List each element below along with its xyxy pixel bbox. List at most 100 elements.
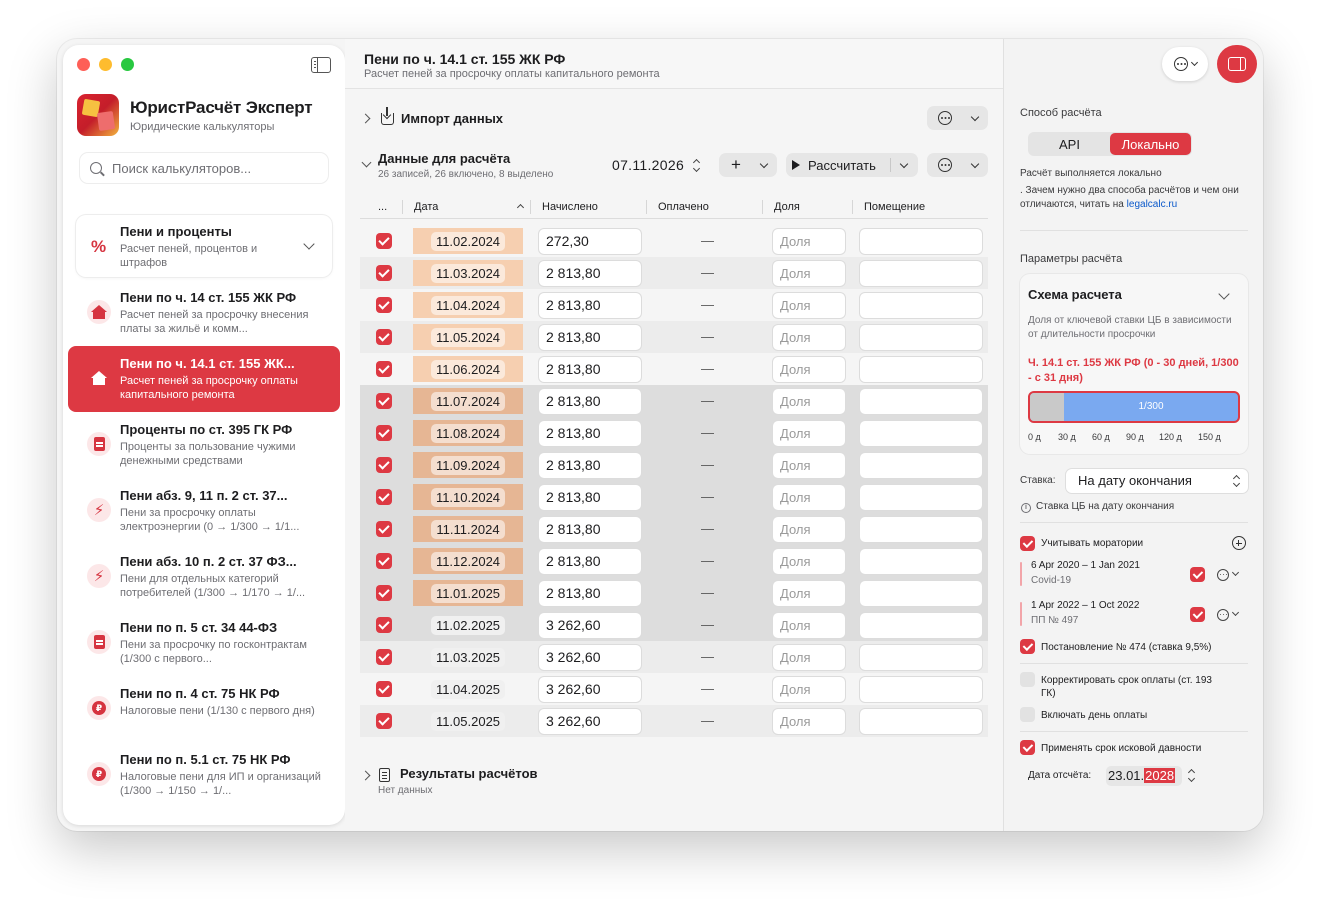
more-options-button[interactable] — [1162, 47, 1208, 81]
calculate-button[interactable]: Рассчитать — [786, 153, 890, 177]
moratoriums-checkbox[interactable] — [1020, 536, 1035, 551]
row-date-cell[interactable]: 11.05.2024 — [413, 324, 523, 350]
row-room-input[interactable] — [860, 261, 982, 286]
chevron-down-icon[interactable] — [361, 157, 372, 168]
row-date-cell[interactable]: 11.03.2025 — [413, 644, 523, 670]
sidebar-calculator-item[interactable]: ₽ Пени по п. 4 ст. 75 НК РФ Налоговые пени… — [68, 676, 340, 742]
sidebar-toggle-icon[interactable] — [311, 57, 331, 73]
adjust-due-date-checkbox[interactable] — [1020, 672, 1035, 687]
row-accrued-input[interactable]: 3 262,60 — [539, 709, 641, 734]
row-room-input[interactable] — [860, 357, 982, 382]
row-accrued-input[interactable]: 2 813,80 — [539, 293, 641, 318]
row-date-cell[interactable]: 11.07.2024 — [413, 388, 523, 414]
row-room-input[interactable] — [860, 677, 982, 702]
row-share-input[interactable]: Доля — [773, 357, 845, 382]
row-room-input[interactable] — [860, 389, 982, 414]
row-room-input[interactable] — [860, 421, 982, 446]
sort-ascending-icon[interactable] — [516, 203, 525, 212]
category-pени-и-проценты[interactable]: % Пени и проценты Расчет пеней, проценто… — [76, 215, 332, 277]
table-row[interactable]: 11.01.2025 2 813,80 — Доля — [360, 577, 988, 609]
row-date-cell[interactable]: 11.12.2024 — [413, 548, 523, 574]
sidebar-calculator-item[interactable]: ₽ Пени по п. 5.1 ст. 75 НК РФ Налоговые пе… — [68, 742, 340, 808]
minimize-window-button[interactable] — [99, 58, 112, 71]
row-date-cell[interactable]: 11.09.2024 — [413, 452, 523, 478]
table-row[interactable]: 11.03.2025 3 262,60 — Доля — [360, 641, 988, 673]
row-include-checkbox[interactable] — [376, 553, 392, 569]
row-include-checkbox[interactable] — [376, 713, 392, 729]
date-stepper[interactable] — [692, 157, 702, 175]
row-accrued-input[interactable]: 3 262,60 — [539, 677, 641, 702]
include-payment-day-checkbox[interactable] — [1020, 707, 1035, 722]
column-header-select[interactable]: ... — [378, 201, 387, 213]
row-include-checkbox[interactable] — [376, 521, 392, 537]
moratorium-checkbox[interactable] — [1190, 607, 1205, 622]
scheme-title[interactable]: Схема расчета — [1028, 287, 1122, 302]
row-room-input[interactable] — [860, 229, 982, 254]
row-share-input[interactable]: Доля — [773, 485, 845, 510]
chevron-right-icon[interactable] — [360, 770, 371, 781]
legalcalc-link[interactable]: legalcalc.ru — [1127, 199, 1178, 210]
row-share-input[interactable]: Доля — [773, 549, 845, 574]
chevron-down-icon[interactable] — [1218, 288, 1230, 300]
row-share-input[interactable]: Доля — [773, 613, 845, 638]
row-room-input[interactable] — [860, 709, 982, 734]
row-include-checkbox[interactable] — [376, 617, 392, 633]
row-room-input[interactable] — [860, 613, 982, 638]
row-date-cell[interactable]: 11.05.2025 — [413, 708, 523, 734]
row-include-checkbox[interactable] — [376, 681, 392, 697]
row-date-cell[interactable]: 11.02.2024 — [413, 228, 523, 254]
table-row[interactable]: 11.04.2024 2 813,80 — Доля — [360, 289, 988, 321]
table-row[interactable]: 11.08.2024 2 813,80 — Доля — [360, 417, 988, 449]
row-room-input[interactable] — [860, 325, 982, 350]
close-window-button[interactable] — [77, 58, 90, 71]
ellipsis-icon[interactable] — [1217, 569, 1229, 581]
row-room-input[interactable] — [860, 549, 982, 574]
row-date-cell[interactable]: 11.08.2024 — [413, 420, 523, 446]
row-accrued-input[interactable]: 2 813,80 — [539, 453, 641, 478]
search-input[interactable] — [112, 160, 312, 176]
calculate-menu[interactable]: Рассчитать — [786, 153, 918, 177]
table-row[interactable]: 11.05.2025 3 262,60 — Доля — [360, 705, 988, 737]
row-share-input[interactable]: Доля — [773, 389, 845, 414]
sidebar-calculator-item[interactable]: Проценты по ст. 395 ГК РФ Проценты за пол… — [68, 412, 340, 478]
column-header-date[interactable]: Дата — [414, 201, 438, 213]
column-header-paid[interactable]: Оплачено — [658, 201, 709, 213]
row-include-checkbox[interactable] — [376, 393, 392, 409]
row-date-cell[interactable]: 11.02.2025 — [413, 612, 523, 638]
table-row[interactable]: 11.05.2024 2 813,80 — Доля — [360, 321, 988, 353]
row-include-checkbox[interactable] — [376, 585, 392, 601]
table-row[interactable]: 11.10.2024 2 813,80 — Доля — [360, 481, 988, 513]
row-room-input[interactable] — [860, 453, 982, 478]
row-date-cell[interactable]: 11.06.2024 — [413, 356, 523, 382]
import-more-menu[interactable] — [927, 106, 988, 130]
zoom-window-button[interactable] — [121, 58, 134, 71]
row-accrued-input[interactable]: 2 813,80 — [539, 485, 641, 510]
calc-date-field[interactable]: 07.11.2026 — [612, 157, 684, 173]
row-share-input[interactable]: Доля — [773, 677, 845, 702]
row-accrued-input[interactable]: 2 813,80 — [539, 581, 641, 606]
row-include-checkbox[interactable] — [376, 265, 392, 281]
row-accrued-input[interactable]: 3 262,60 — [539, 645, 641, 670]
row-accrued-input[interactable]: 2 813,80 — [539, 549, 641, 574]
table-row[interactable]: 11.12.2024 2 813,80 — Доля — [360, 545, 988, 577]
column-header-share[interactable]: Доля — [774, 201, 800, 213]
table-row[interactable]: 11.02.2024 272,30 — Доля — [360, 225, 988, 257]
add-row-menu[interactable]: + — [719, 153, 777, 177]
row-accrued-input[interactable]: 2 813,80 — [539, 517, 641, 542]
row-share-input[interactable]: Доля — [773, 709, 845, 734]
row-include-checkbox[interactable] — [376, 361, 392, 377]
row-date-cell[interactable]: 11.03.2024 — [413, 260, 523, 286]
row-share-input[interactable]: Доля — [773, 325, 845, 350]
row-accrued-input[interactable]: 2 813,80 — [539, 325, 641, 350]
table-row[interactable]: 11.04.2025 3 262,60 — Доля — [360, 673, 988, 705]
sidebar-calculator-item[interactable]: Пени по п. 5 ст. 34 44-ФЗ Пени за просроч… — [68, 610, 340, 676]
row-date-cell[interactable]: 11.01.2025 — [413, 580, 523, 606]
row-share-input[interactable]: Доля — [773, 421, 845, 446]
row-share-input[interactable]: Доля — [773, 581, 845, 606]
table-row[interactable]: 11.06.2024 2 813,80 — Доля — [360, 353, 988, 385]
method-api-button[interactable]: API — [1029, 133, 1110, 155]
table-row[interactable]: 11.02.2025 3 262,60 — Доля — [360, 609, 988, 641]
row-date-cell[interactable]: 11.04.2025 — [413, 676, 523, 702]
row-share-input[interactable]: Доля — [773, 453, 845, 478]
row-accrued-input[interactable]: 2 813,80 — [539, 421, 641, 446]
